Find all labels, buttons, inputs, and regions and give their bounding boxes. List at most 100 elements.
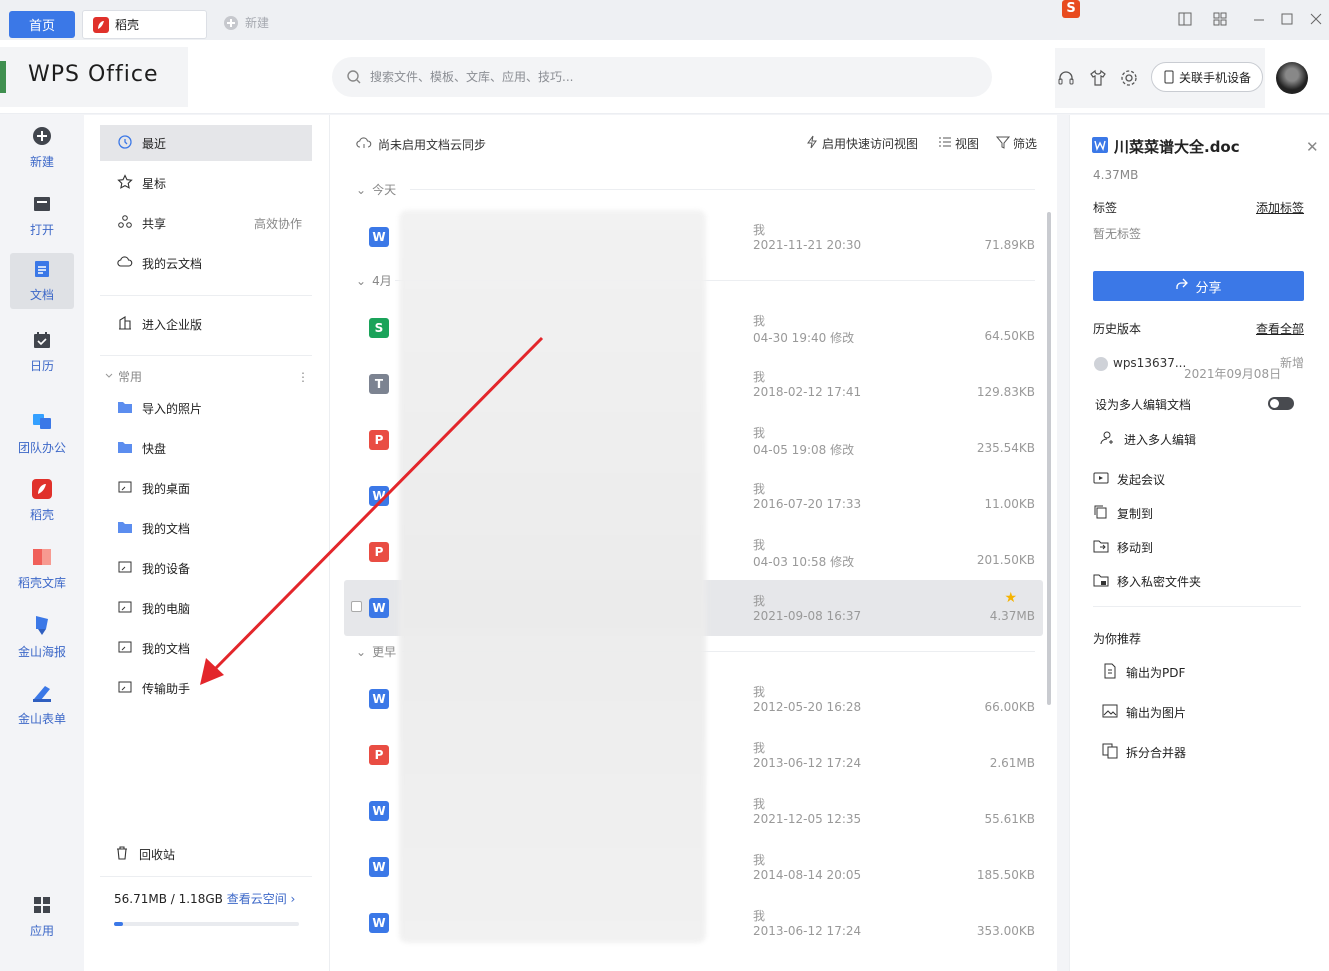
add-tag-link[interactable]: 添加标签 xyxy=(1256,199,1304,216)
search-input[interactable] xyxy=(370,70,930,84)
share-label: 分享 xyxy=(1195,280,1222,296)
file-size: 185.50KB xyxy=(976,868,1035,882)
tab-daoke-label: 稻壳 xyxy=(115,18,140,32)
view-cloud-space-link[interactable]: 查看云空间 › xyxy=(227,892,296,906)
panel-recent[interactable]: 最近 xyxy=(100,125,312,161)
tab-new-button[interactable]: 新建 xyxy=(223,14,269,31)
panel-recycle[interactable]: 回收站 xyxy=(100,836,312,872)
meeting-button[interactable]: 发起会议 xyxy=(1093,470,1165,489)
panel-shared[interactable]: 共享 高效协作 xyxy=(100,205,312,241)
quick-access-label: 启用快速访问视图 xyxy=(822,137,919,151)
private-folder-button[interactable]: 移入私密文件夹 xyxy=(1093,572,1201,591)
common-item[interactable]: 快盘 xyxy=(100,430,312,466)
link-phone-button[interactable]: 关联手机设备 xyxy=(1151,62,1263,92)
nav-item[interactable]: 文档 xyxy=(10,253,74,309)
nav-item[interactable]: 打开 xyxy=(10,188,74,244)
nav-item[interactable]: 日历 xyxy=(10,324,74,380)
grid-view-icon[interactable] xyxy=(1213,12,1227,29)
detail-divider xyxy=(1093,606,1301,607)
quick-access-button[interactable]: 启用快速访问视图 xyxy=(805,135,918,152)
row-checkbox[interactable] xyxy=(351,601,362,612)
view-button[interactable]: 视图 xyxy=(938,135,979,152)
group-earlier[interactable]: ⌄ 更早 xyxy=(356,643,396,660)
nav-item[interactable]: 稻壳 xyxy=(10,473,74,529)
enter-multi-edit-button[interactable]: 进入多人编辑 xyxy=(1100,430,1196,449)
common-item[interactable]: 导入的照片 xyxy=(100,390,312,426)
device-icon xyxy=(117,559,133,578)
file-owner: 我 xyxy=(753,314,766,328)
nav-item[interactable]: 金山海报 xyxy=(10,609,74,665)
storage-bar xyxy=(114,922,299,926)
private-folder-label: 移入私密文件夹 xyxy=(1117,575,1202,589)
history-user-avatar xyxy=(1094,357,1108,371)
share-button[interactable]: 分享 xyxy=(1093,271,1304,301)
skin-shirt-icon[interactable] xyxy=(1089,69,1107,90)
export-image-button[interactable]: 输出为图片 xyxy=(1102,703,1186,722)
headset-icon[interactable] xyxy=(1057,69,1075,90)
cloud-sync-status[interactable]: 尚未启用文档云同步 xyxy=(356,135,486,154)
file-type-icon: W xyxy=(369,486,389,506)
common-item[interactable]: 我的文档 xyxy=(100,630,312,666)
nav-item[interactable]: 金山表单 xyxy=(10,677,74,733)
list-scrollbar[interactable] xyxy=(1047,212,1051,705)
file-size: 55.61KB xyxy=(984,812,1035,826)
detail-size: 4.37MB xyxy=(1093,168,1139,182)
more-vertical-icon[interactable]: ⋮ xyxy=(297,370,309,384)
nav-item[interactable]: 应用 xyxy=(10,889,74,945)
file-type-icon: P xyxy=(369,745,389,765)
export-pdf-button[interactable]: 输出为PDF xyxy=(1102,663,1185,682)
nav-item[interactable]: 稻壳文库 xyxy=(10,541,74,597)
lock-folder-icon xyxy=(1093,572,1109,591)
common-item-label: 快盘 xyxy=(142,441,167,456)
plus-circle-icon xyxy=(223,15,239,31)
move-to-button[interactable]: 移动到 xyxy=(1093,538,1153,557)
minimize-icon[interactable] xyxy=(1252,12,1266,29)
file-owner: 我 xyxy=(753,594,766,608)
user-avatar[interactable] xyxy=(1276,62,1308,94)
common-item[interactable]: 我的电脑 xyxy=(100,590,312,626)
recommend-label: 为你推荐 xyxy=(1093,632,1142,646)
group-april-label: 4月 xyxy=(372,274,392,288)
common-item-label: 我的文档 xyxy=(142,521,191,536)
close-window-icon[interactable] xyxy=(1309,12,1323,29)
common-item[interactable]: 传输助手 xyxy=(100,670,312,706)
panel-starred-label: 星标 xyxy=(142,176,167,191)
list-view-icon xyxy=(938,135,952,152)
multi-edit-toggle[interactable] xyxy=(1268,397,1294,410)
settings-gear-icon[interactable] xyxy=(1120,69,1138,90)
panel-enterprise[interactable]: 进入企业版 xyxy=(100,306,312,342)
group-earlier-label: 更早 xyxy=(372,645,397,659)
layout-icon[interactable] xyxy=(1178,12,1192,29)
tab-home[interactable]: 首页 xyxy=(9,11,75,38)
cloud-icon xyxy=(117,254,133,273)
file-time: 2018-02-12 17:41 xyxy=(753,385,862,399)
common-item[interactable]: 我的设备 xyxy=(100,550,312,586)
star-filled-icon[interactable]: ★ xyxy=(1004,590,1017,606)
chevron-down-icon: ⌄ xyxy=(356,644,367,659)
close-icon[interactable]: ✕ xyxy=(1306,138,1319,156)
copy-to-button[interactable]: 复制到 xyxy=(1093,504,1153,523)
common-item[interactable]: 我的文档 xyxy=(100,510,312,546)
split-merge-button[interactable]: 拆分合并器 xyxy=(1102,743,1186,762)
group-today[interactable]: ⌄ 今天 xyxy=(356,181,396,198)
nav-item-label: 新建 xyxy=(29,155,54,169)
filter-button[interactable]: 筛选 xyxy=(995,135,1037,152)
nav-item[interactable]: 新建 xyxy=(10,120,74,176)
panel-starred[interactable]: 星标 xyxy=(100,165,312,201)
view-all-link[interactable]: 查看全部 xyxy=(1256,320,1304,337)
sogou-input-icon[interactable]: S xyxy=(1062,0,1080,18)
blurred-filenames xyxy=(399,210,706,943)
export-image-label: 输出为图片 xyxy=(1126,706,1187,720)
maximize-icon[interactable] xyxy=(1280,12,1294,29)
panel-cloud[interactable]: 我的云文档 xyxy=(100,245,312,281)
video-meeting-icon xyxy=(1093,470,1109,489)
common-item[interactable]: 我的桌面 xyxy=(100,470,312,506)
file-size: 353.00KB xyxy=(976,924,1035,938)
tab-daoke[interactable]: 稻壳 xyxy=(82,10,207,39)
group-april[interactable]: ⌄ 4月 xyxy=(356,272,392,289)
no-tags-text: 暂无标签 xyxy=(1093,227,1142,241)
move-to-label: 移动到 xyxy=(1117,541,1154,555)
common-section-header[interactable]: 常用 ⋮ xyxy=(104,368,309,385)
nav-item[interactable]: 团队办公 xyxy=(10,405,74,461)
search-bar[interactable] xyxy=(332,57,992,97)
